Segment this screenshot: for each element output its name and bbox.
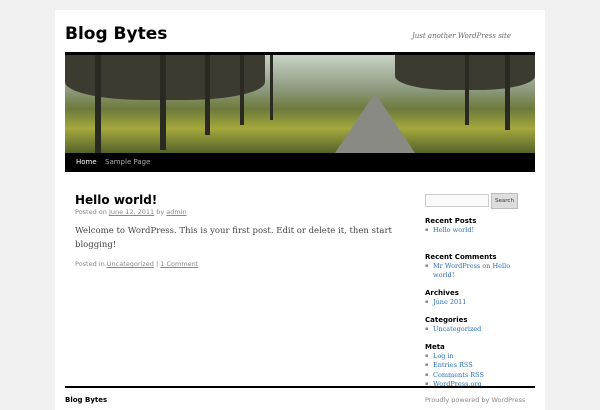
post-date-link[interactable]: June 12, 2011 <box>109 208 154 216</box>
posted-on-label: Posted on <box>75 208 107 216</box>
widget-recent-comments: Recent Comments Mr WordPress on Hello wo… <box>425 253 520 281</box>
widget-meta: Meta Log in Entries RSS Comments RSS Wor… <box>425 343 484 389</box>
category-widget-link[interactable]: Uncategorized <box>433 325 481 333</box>
site-title[interactable]: Blog Bytes <box>65 24 167 44</box>
archive-link[interactable]: June 2011 <box>433 298 466 306</box>
footer-powered-link[interactable]: Proudly powered by WordPress <box>425 396 525 404</box>
widget-title: Meta <box>425 343 445 351</box>
posted-in-label: Posted in <box>75 260 105 268</box>
nav-sample-page[interactable]: Sample Page <box>105 158 150 166</box>
comments-rss-link[interactable]: Comments RSS <box>433 371 484 379</box>
widget-archives: Archives June 2011 <box>425 289 466 308</box>
widget-categories: Categories Uncategorized <box>425 316 481 335</box>
header-image <box>65 52 535 153</box>
post-footer-meta: Posted in Uncategorized | 1 Comment <box>75 260 198 268</box>
separator: | <box>155 260 159 268</box>
recent-post-link[interactable]: Hello world! <box>433 226 474 234</box>
widget-title: Categories <box>425 316 468 324</box>
main-nav: Home Sample Page <box>65 153 535 172</box>
post-meta: Posted on June 12, 2011 by admin <box>75 208 187 216</box>
site-tagline: Just another WordPress site <box>411 32 511 40</box>
widget-title: Archives <box>425 289 459 297</box>
login-link[interactable]: Log in <box>433 352 454 360</box>
widget-recent-posts: Recent Posts Hello world! <box>425 217 477 236</box>
comments-link[interactable]: 1 Comment <box>160 260 198 268</box>
post-author-link[interactable]: admin <box>166 208 186 216</box>
page-wrapper: Blog Bytes Just another WordPress site H… <box>55 10 545 410</box>
search-input[interactable] <box>425 194 489 207</box>
by-label: by <box>156 208 165 216</box>
category-link[interactable]: Uncategorized <box>107 260 154 268</box>
post-content: Welcome to WordPress. This is your first… <box>75 226 392 250</box>
comment-author-link[interactable]: Mr WordPress <box>433 262 480 270</box>
post-title[interactable]: Hello world! <box>75 193 157 207</box>
widget-title: Recent Posts <box>425 217 477 225</box>
footer-site-title[interactable]: Blog Bytes <box>65 396 107 404</box>
search-button[interactable]: Search <box>491 193 518 209</box>
footer-divider <box>65 386 535 388</box>
on-label: on <box>482 262 491 270</box>
widget-title: Recent Comments <box>425 253 497 261</box>
nav-home[interactable]: Home <box>76 158 97 166</box>
entries-rss-link[interactable]: Entries RSS <box>433 361 473 369</box>
